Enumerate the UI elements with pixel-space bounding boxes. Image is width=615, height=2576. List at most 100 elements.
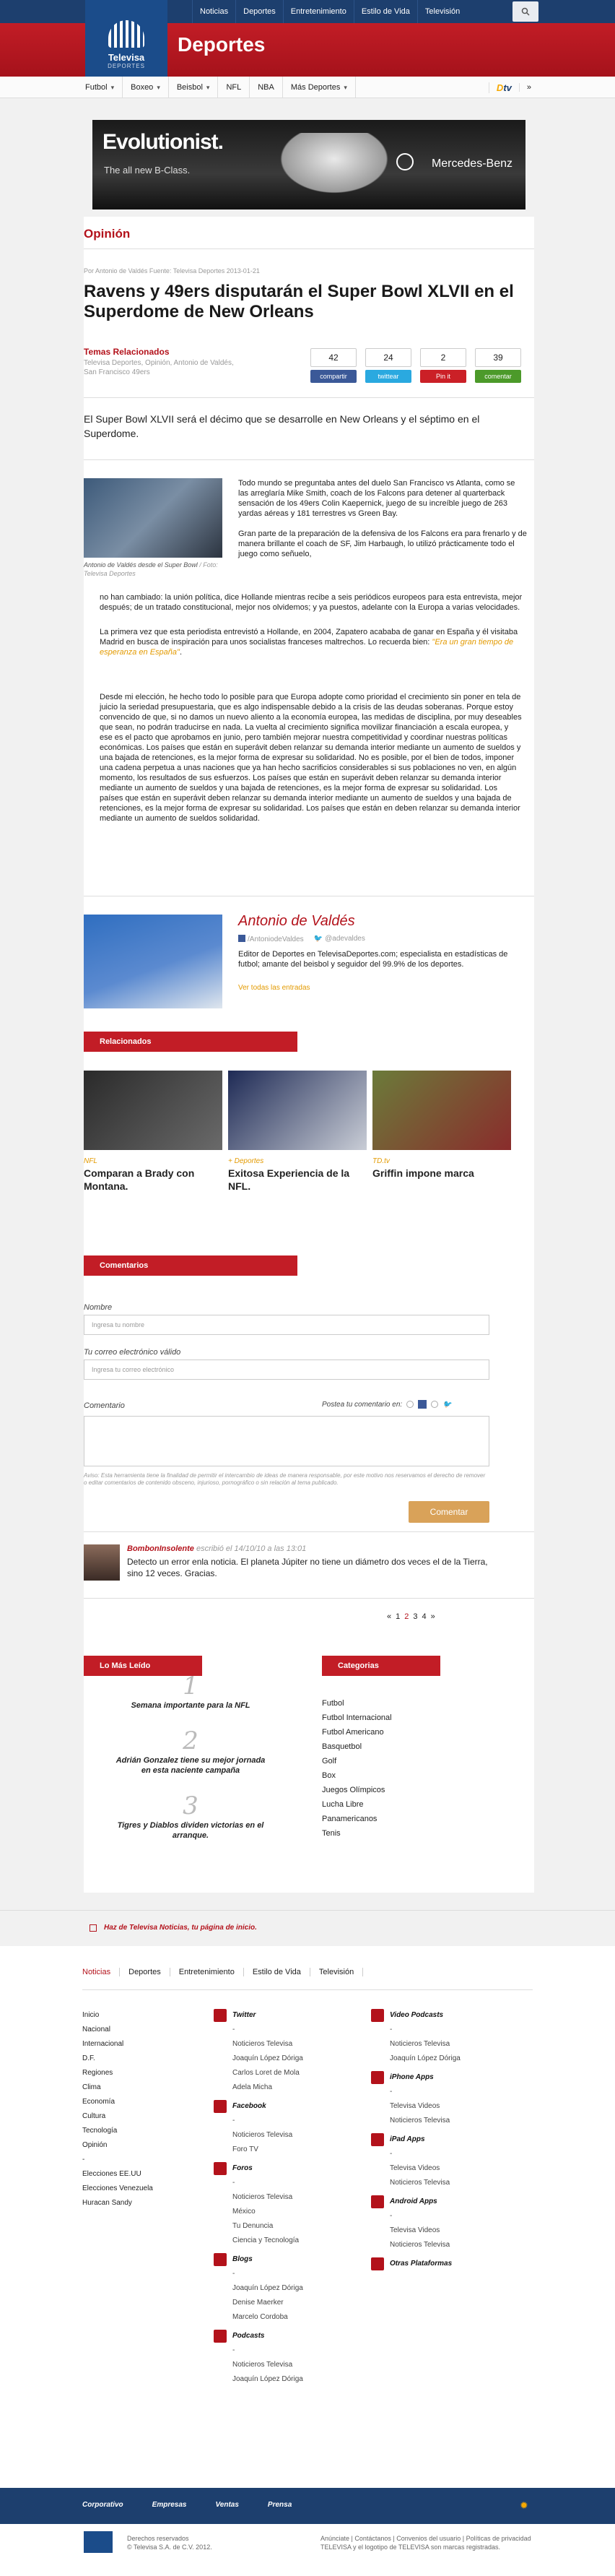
secnav-item[interactable]: Beisbol ▾: [169, 77, 219, 98]
footer-link[interactable]: Carlos Loret de Mola: [214, 2066, 303, 2080]
footer-link[interactable]: Noticieros Televisa: [214, 2358, 303, 2372]
footer-link[interactable]: Elecciones Venezuela: [82, 2182, 153, 2196]
footer-group-title[interactable]: Facebook: [214, 2099, 303, 2114]
footer-link[interactable]: Internacional: [82, 2037, 153, 2052]
topnav-item[interactable]: Estilo de Vida: [353, 0, 417, 23]
comment-button[interactable]: Comentar: [409, 1501, 489, 1523]
share-button[interactable]: compartir: [310, 370, 357, 383]
secnav-item[interactable]: NFL: [218, 77, 250, 98]
search-button[interactable]: [512, 1, 538, 22]
footer-tab[interactable]: Noticias: [82, 1968, 121, 1976]
topnav-item[interactable]: Entretenimiento: [282, 0, 354, 23]
radio-twitter[interactable]: [431, 1401, 439, 1408]
related-card[interactable]: NFL Comparan a Brady con Montana.: [84, 1071, 222, 1193]
page-link[interactable]: 1: [396, 1612, 400, 1621]
secnav-item[interactable]: Más Deportes ▾: [283, 77, 356, 98]
page-link[interactable]: 3: [413, 1612, 417, 1621]
corporate-link[interactable]: Prensa: [268, 2501, 292, 2509]
footer-link[interactable]: Joaquín López Dóriga: [214, 2052, 303, 2066]
footer-tab[interactable]: Televisión: [310, 1968, 364, 1976]
category-link[interactable]: Futbol Americano: [322, 1725, 392, 1739]
share-button[interactable]: twittear: [365, 370, 411, 383]
footer-link[interactable]: Noticieros Televisa: [371, 2114, 461, 2128]
footer-link[interactable]: Noticieros Televisa: [371, 2037, 461, 2052]
footer-link[interactable]: Opinión: [82, 2138, 153, 2153]
related-card[interactable]: + Deportes Exitosa Experiencia de la NFL.: [228, 1071, 367, 1193]
footer-tab[interactable]: Deportes: [120, 1968, 170, 1976]
page-link[interactable]: «: [387, 1612, 391, 1621]
facebook-icon[interactable]: [418, 1400, 427, 1409]
footer-link[interactable]: -: [214, 2343, 303, 2358]
footer-tab[interactable]: Estilo de Vida: [244, 1968, 310, 1976]
footer-link[interactable]: Inicio: [82, 2008, 153, 2023]
footer-link[interactable]: Ciencia y Tecnología: [214, 2234, 303, 2248]
category-link[interactable]: Juegos Olímpicos: [322, 1783, 392, 1797]
footer-link[interactable]: Economía: [82, 2095, 153, 2109]
category-link[interactable]: Basquetbol: [322, 1739, 392, 1754]
legal-links[interactable]: Anúnciate | Contáctanos | Convenios del …: [320, 2534, 531, 2543]
footer-link[interactable]: Televisa Videos: [371, 2161, 461, 2176]
category-link[interactable]: Tenis: [322, 1826, 392, 1841]
category-link[interactable]: Panamericanos: [322, 1812, 392, 1826]
category-link[interactable]: Box: [322, 1768, 392, 1783]
footer-link[interactable]: Nacional: [82, 2023, 153, 2037]
footer-link[interactable]: Regiones: [82, 2066, 153, 2080]
category-link[interactable]: Lucha Libre: [322, 1797, 392, 1812]
most-read-item[interactable]: 1 Semana importante para la NFL: [84, 1672, 297, 1711]
footer-group-title[interactable]: iPad Apps: [371, 2132, 461, 2147]
more-menu-button[interactable]: »: [518, 83, 538, 92]
televisa-sun-icon[interactable]: ✹: [520, 2499, 528, 2512]
footer-group-title[interactable]: Video Podcasts: [371, 2008, 461, 2023]
footer-link[interactable]: Joaquín López Dóriga: [214, 2281, 303, 2296]
share-button[interactable]: Pin it: [420, 370, 466, 383]
footer-link[interactable]: Noticieros Televisa: [371, 2238, 461, 2252]
footer-link[interactable]: Noticieros Televisa: [371, 2176, 461, 2190]
page-link[interactable]: »: [431, 1612, 435, 1621]
footer-link[interactable]: Huracan Sandy: [82, 2196, 153, 2210]
footer-tab[interactable]: Entretenimiento: [170, 1968, 244, 1976]
footer-link[interactable]: -: [214, 2114, 303, 2128]
footer-group-title[interactable]: Blogs: [214, 2252, 303, 2267]
footer-link[interactable]: Cultura: [82, 2109, 153, 2124]
footer-link[interactable]: Televisa Videos: [371, 2099, 461, 2114]
footer-link[interactable]: Tu Denuncia: [214, 2219, 303, 2234]
footer-link[interactable]: -: [371, 2023, 461, 2037]
footer-link[interactable]: -: [214, 2267, 303, 2281]
facebook-link[interactable]: /AntoniodeValdes: [238, 935, 304, 943]
corporate-link[interactable]: Empresas: [152, 2501, 187, 2509]
footer-group-title[interactable]: Twitter: [214, 2008, 303, 2023]
footer-link[interactable]: Denise Maerker: [214, 2296, 303, 2310]
footer-group-title[interactable]: Otras Plataformas: [371, 2257, 461, 2271]
radio-none[interactable]: [406, 1401, 414, 1408]
most-read-item[interactable]: 3 Tigres y Diablos dividen victorias en e…: [84, 1791, 297, 1841]
email-input[interactable]: Ingresa tu correo electrónico: [84, 1360, 489, 1380]
footer-group-title[interactable]: Podcasts: [214, 2329, 303, 2343]
name-input[interactable]: Ingresa tu nombre: [84, 1315, 489, 1335]
secnav-item[interactable]: Boxeo ▾: [123, 77, 169, 98]
most-read-title[interactable]: Tigres y Diablos dividen victorias en el…: [111, 1820, 270, 1841]
footer-link[interactable]: Elecciones EE.UU: [82, 2167, 153, 2182]
category-link[interactable]: Golf: [322, 1754, 392, 1768]
corporate-link[interactable]: Corporativo: [82, 2501, 123, 2509]
televisa-logo[interactable]: Televisa DEPORTES: [85, 0, 167, 77]
category-link[interactable]: Futbol Internacional: [322, 1711, 392, 1725]
author-name[interactable]: Antonio de Valdés: [238, 913, 355, 930]
related-topics-list[interactable]: Televisa Deportes, Opinión, Antonio de V…: [84, 358, 243, 377]
footer-link[interactable]: Marcelo Cordoba: [214, 2310, 303, 2325]
footer-group-title[interactable]: Foros: [214, 2161, 303, 2176]
twitter-link[interactable]: 🐦 @adevaldes: [314, 935, 365, 943]
ad-banner[interactable]: Evolutionist. The all new B-Class. Merce…: [92, 120, 525, 209]
category-link[interactable]: Futbol: [322, 1696, 392, 1711]
footer-link[interactable]: Tecnología: [82, 2124, 153, 2138]
footer-link[interactable]: -: [371, 2147, 461, 2161]
topnav-item[interactable]: Deportes: [235, 0, 283, 23]
page-link[interactable]: 2: [404, 1612, 409, 1621]
related-title[interactable]: Comparan a Brady con Montana.: [84, 1167, 222, 1193]
footer-link[interactable]: Joaquín López Dóriga: [214, 2372, 303, 2387]
most-read-title[interactable]: Adrián Gonzalez tiene su mejor jornada e…: [111, 1755, 270, 1776]
footer-link[interactable]: México: [214, 2205, 303, 2219]
twitter-icon[interactable]: 🐦: [442, 1401, 451, 1409]
comment-user[interactable]: BombonInsolente: [127, 1544, 194, 1553]
most-read-title[interactable]: Semana importante para la NFL: [111, 1700, 270, 1711]
most-read-item[interactable]: 2 Adrián Gonzalez tiene su mejor jornada …: [84, 1726, 297, 1776]
